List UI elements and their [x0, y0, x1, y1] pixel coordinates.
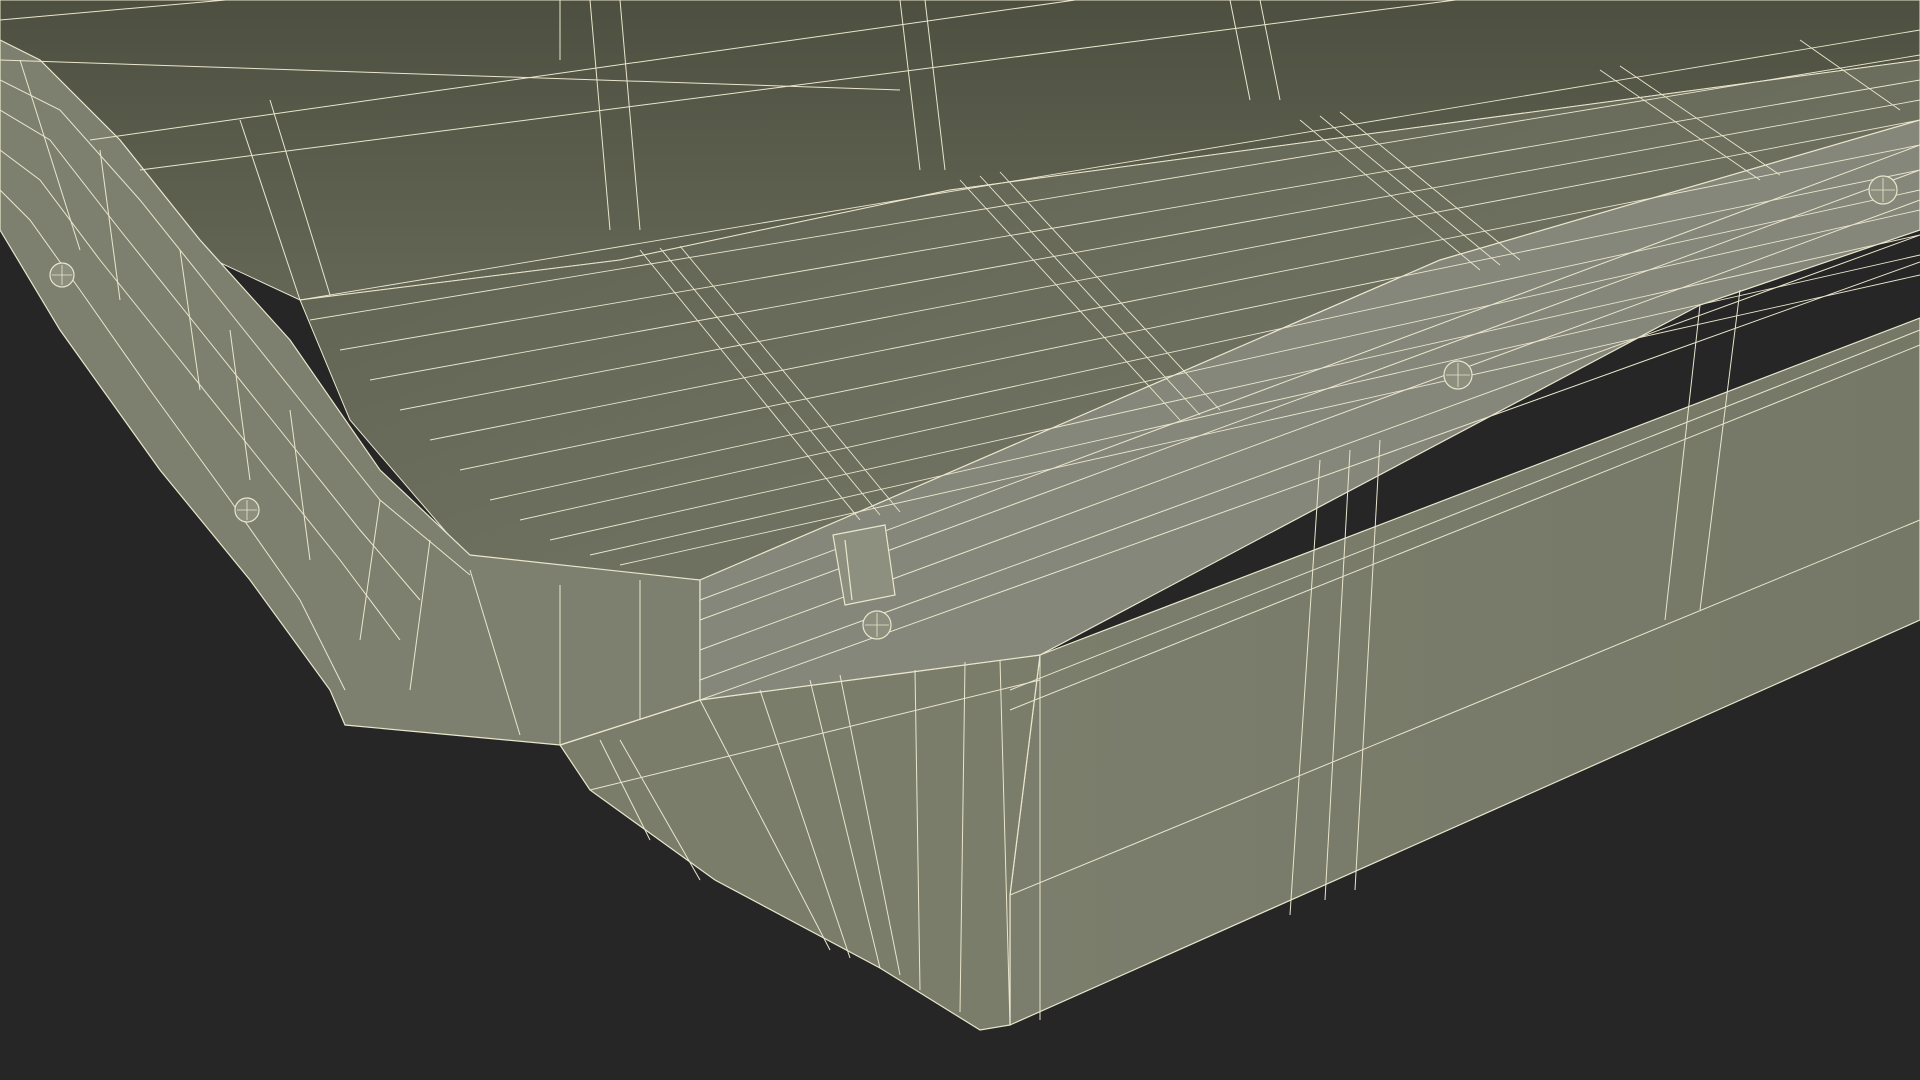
render-viewport	[0, 0, 1920, 1080]
